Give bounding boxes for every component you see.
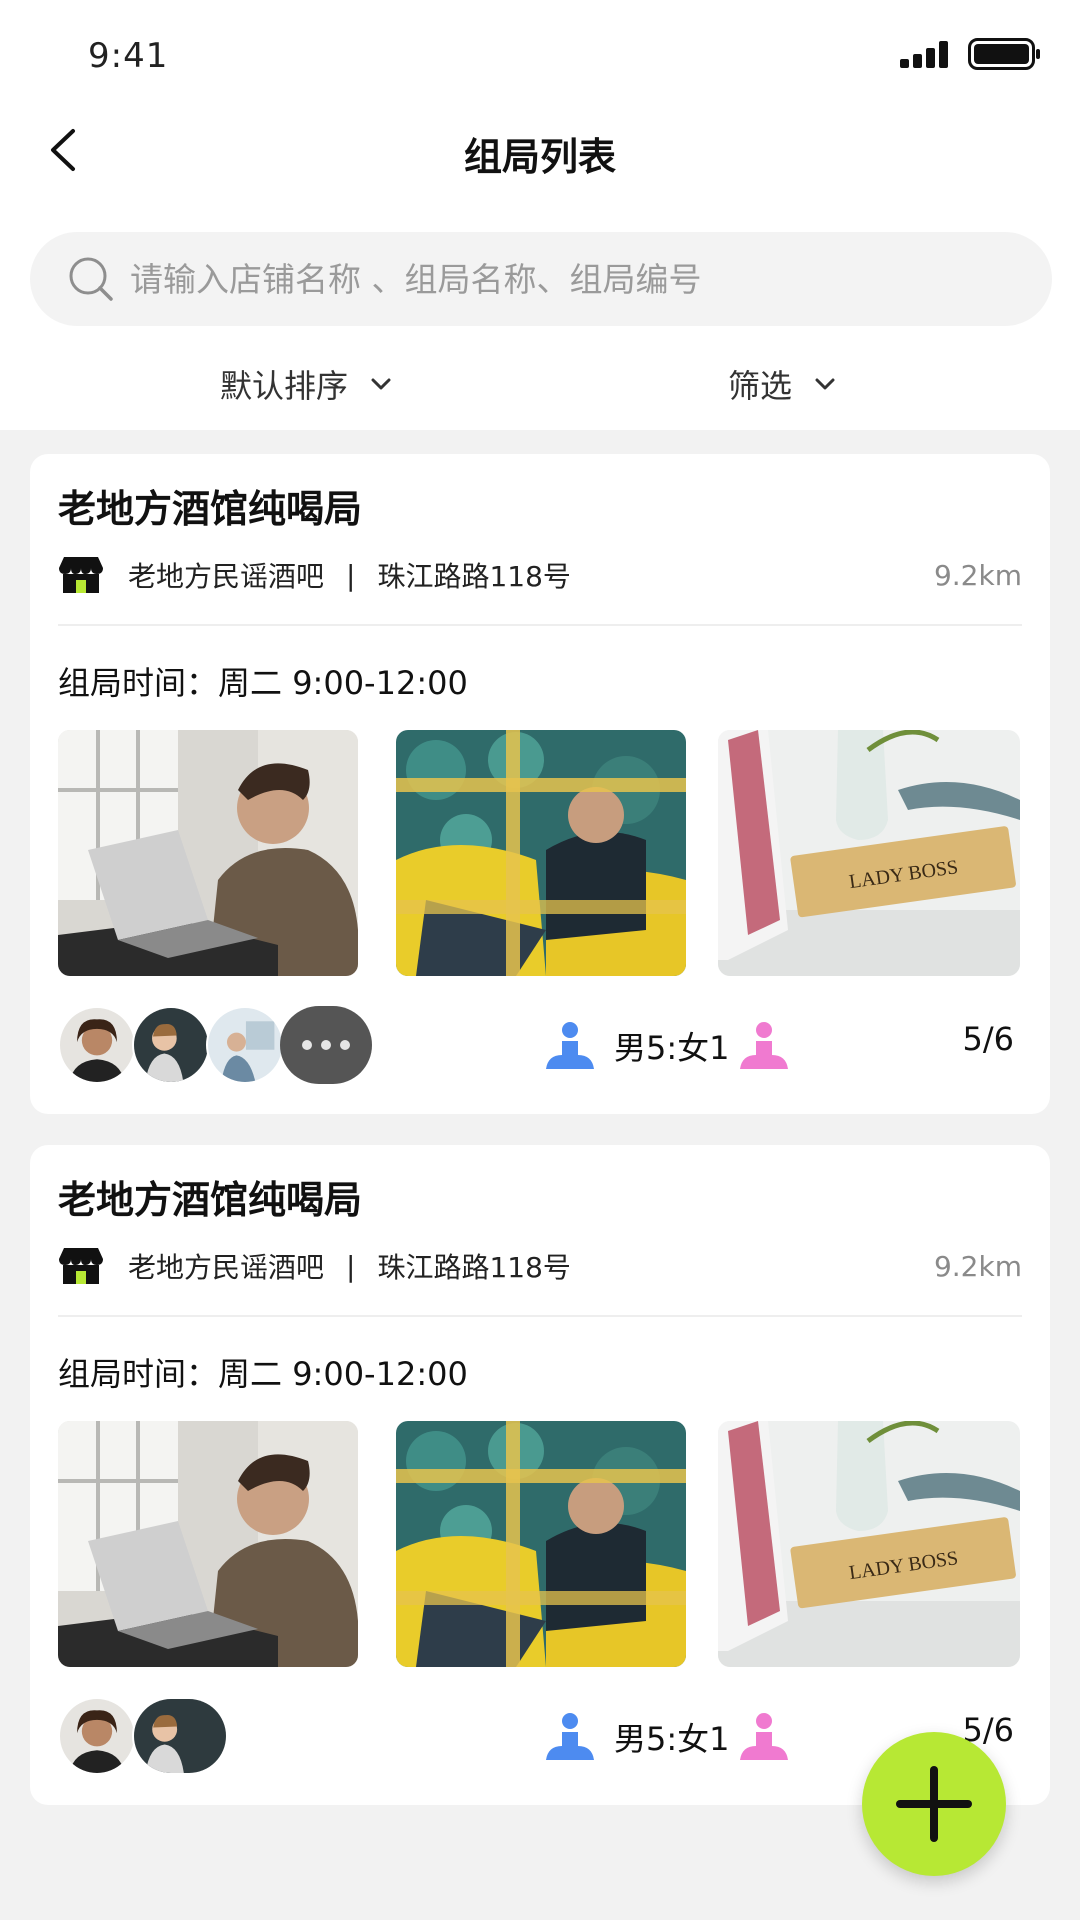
shop-row: 老地方民谣酒吧 | 珠江路路118号 9.2km (58, 550, 1022, 600)
shop-name: 老地方民谣酒吧 (128, 1251, 325, 1284)
top-section: 9:41 组局列表 默认排序 筛选 (0, 0, 1080, 430)
shop-address: 珠江路路118号 (377, 560, 571, 593)
distance: 9.2km (933, 1249, 1022, 1283)
separator: | (346, 1249, 356, 1283)
sort-dropdown[interactable]: 默认排序 (220, 356, 392, 412)
chevron-down-icon (815, 378, 835, 390)
shop-name: 老地方民谣酒吧 (128, 560, 325, 593)
photo-lady-boss-sign[interactable]: LADY BOSS (718, 730, 1020, 976)
divider (58, 624, 1022, 626)
photo-man-yellow-chair[interactable] (396, 1421, 686, 1667)
time-value: 周二 9:00-12:00 (218, 1355, 468, 1393)
participant-avatars[interactable] (58, 1006, 372, 1084)
time-value: 周二 9:00-12:00 (218, 664, 468, 702)
participant-count: 5/6 (962, 1020, 1015, 1058)
shop-address: 珠江路路118号 (377, 1251, 571, 1284)
separator: | (346, 558, 356, 592)
create-group-button[interactable] (862, 1732, 1006, 1876)
avatar (58, 1697, 136, 1775)
divider (58, 1315, 1022, 1317)
avatar (206, 1006, 284, 1084)
photo-man-laptop[interactable] (58, 730, 358, 976)
more-participants-button[interactable] (280, 1006, 372, 1084)
time-row: 组局时间：周二 9:00-12:00 (58, 1349, 468, 1395)
group-card[interactable]: 老地方酒馆纯喝局 老地方民谣酒吧 | 珠江路路118号 9.2km 组局时间：周… (30, 454, 1050, 1114)
time-label: 组局时间： (58, 664, 219, 702)
gender-ratio: 男5:女1 (544, 1018, 790, 1074)
store-icon (59, 1248, 103, 1284)
photo-man-laptop[interactable] (58, 1421, 358, 1667)
time-row: 组局时间：周二 9:00-12:00 (58, 658, 468, 704)
photo-lady-boss-sign[interactable]: LADY BOSS (718, 1421, 1020, 1667)
female-icon (739, 1713, 788, 1760)
filter-dropdown[interactable]: 筛选 (728, 356, 836, 412)
male-icon (546, 1022, 594, 1069)
search-input[interactable] (130, 259, 1010, 299)
group-card[interactable]: 老地方酒馆纯喝局 老地方民谣酒吧 | 珠江路路118号 9.2km 组局时间：周… (30, 1145, 1050, 1805)
battery-icon (968, 38, 1040, 70)
ratio-text: 男5:女1 (614, 1029, 730, 1067)
photo-man-yellow-chair[interactable] (396, 730, 686, 976)
signal-icon (900, 41, 948, 68)
plus-icon (896, 1766, 972, 1842)
gender-ratio: 男5:女1 (544, 1709, 790, 1765)
chevron-down-icon (371, 378, 391, 390)
status-time: 9:41 (88, 36, 169, 76)
filter-label: 筛选 (728, 367, 793, 405)
page-title: 组局列表 (463, 135, 616, 179)
ratio-text: 男5:女1 (614, 1720, 730, 1758)
search-bar[interactable] (30, 232, 1052, 326)
avatar (132, 1006, 210, 1084)
avatar (132, 1697, 228, 1775)
avatar (58, 1006, 136, 1084)
sort-label: 默认排序 (220, 367, 349, 405)
shop-row: 老地方民谣酒吧 | 珠江路路118号 9.2km (58, 1241, 1022, 1291)
female-icon (739, 1022, 788, 1069)
participant-avatars[interactable] (58, 1697, 228, 1775)
store-icon (59, 557, 103, 593)
distance: 9.2km (933, 558, 1022, 592)
card-title: 老地方酒馆纯喝局 (58, 1178, 363, 1222)
time-label: 组局时间： (58, 1355, 219, 1393)
male-icon (546, 1713, 594, 1760)
card-title: 老地方酒馆纯喝局 (58, 487, 363, 531)
search-icon (69, 257, 113, 301)
